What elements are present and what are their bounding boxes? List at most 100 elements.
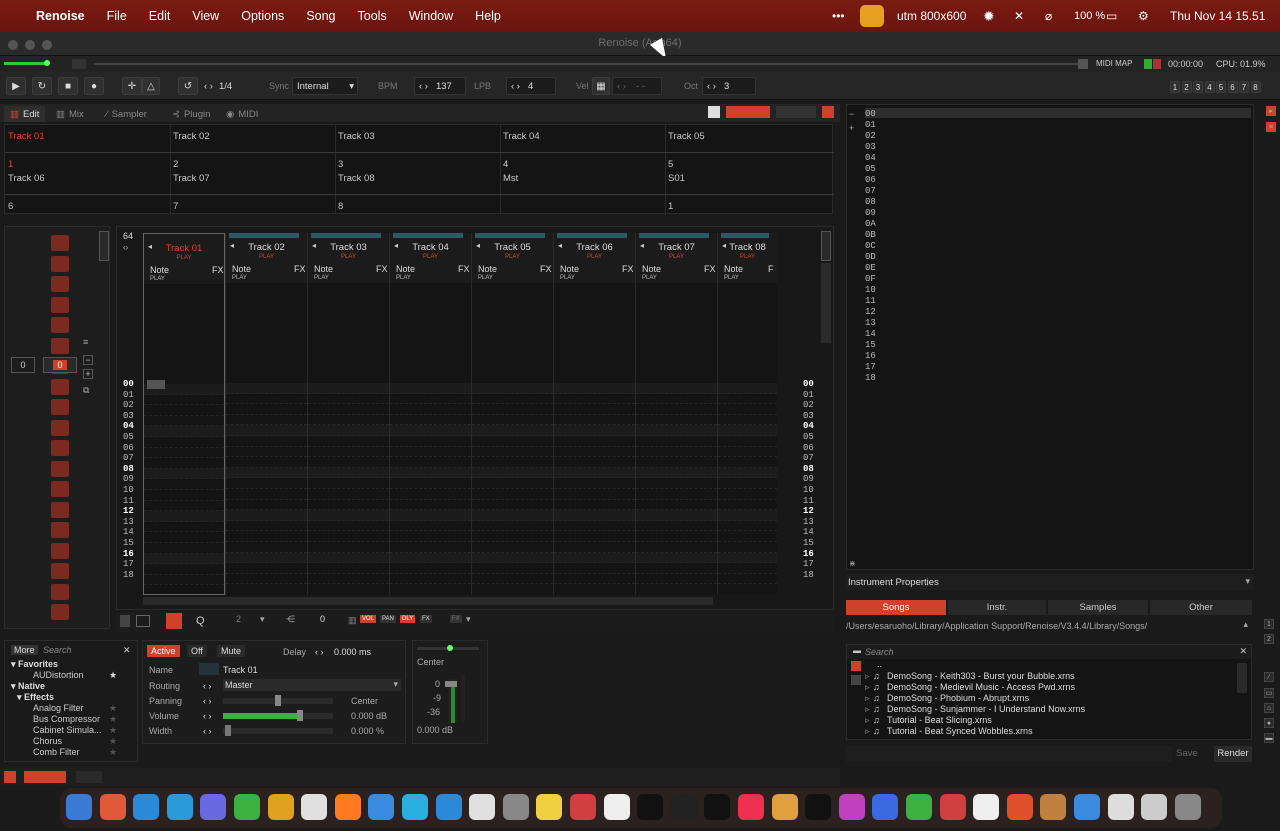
mute-arrow-icon[interactable]: ◂ — [312, 241, 316, 250]
pattern-slot[interactable] — [51, 378, 69, 395]
parent-folder-item[interactable]: .. — [877, 659, 882, 669]
pattern-row[interactable] — [390, 542, 471, 553]
tab-midi[interactable]: ◉ MIDI — [226, 106, 258, 122]
fx-column-label[interactable]: FX — [212, 265, 224, 275]
pattern-row[interactable] — [144, 458, 224, 469]
safari-icon[interactable] — [166, 794, 193, 820]
browser-search-input[interactable]: ▬ Search ✕ — [847, 645, 1251, 659]
pattern-row[interactable] — [472, 510, 553, 521]
pattern-row[interactable] — [718, 467, 777, 479]
song-file-item[interactable]: ▹ ♫ DemoSong - Phobium - Abrupt.xrns — [865, 693, 1029, 703]
track-column-name[interactable]: Track 02 — [226, 242, 307, 253]
master-volume-slider[interactable] — [4, 62, 46, 65]
tab-mix[interactable]: ▥ Mix — [56, 106, 84, 122]
window-icon[interactable] — [603, 794, 630, 820]
instrument-slot[interactable]: 00 — [865, 109, 876, 120]
pattern-row[interactable] — [636, 404, 717, 415]
pattern-row[interactable] — [554, 521, 635, 532]
pattern-row[interactable] — [554, 457, 635, 468]
instrument-slot[interactable]: 0A — [865, 219, 876, 230]
pattern-row[interactable] — [390, 500, 471, 511]
terminal-icon[interactable] — [670, 794, 697, 820]
tab-other[interactable]: Other — [1150, 600, 1252, 615]
pattern-row[interactable] — [718, 415, 777, 426]
menu-file[interactable]: File — [107, 9, 127, 23]
volume-slider[interactable] — [223, 713, 333, 719]
tracklist-track-name[interactable]: Track 07 — [173, 173, 210, 184]
tracklist-track-name[interactable]: Track 05 — [668, 131, 705, 142]
menu-view[interactable]: View — [192, 9, 219, 23]
track-column-name[interactable]: Track 04 — [390, 242, 471, 253]
track-play-state[interactable]: PLAY — [472, 254, 553, 260]
pattern-row[interactable] — [472, 447, 553, 458]
save-button[interactable]: Save — [1176, 748, 1198, 759]
pattern-row[interactable] — [226, 542, 307, 553]
spectrum-view-button[interactable] — [776, 106, 816, 118]
fx-column-label[interactable]: FX — [540, 264, 552, 274]
app-store-icon[interactable] — [368, 794, 395, 820]
menu-song[interactable]: Song — [306, 9, 335, 23]
pattern-row[interactable] — [226, 436, 307, 447]
expand-arrow-icon[interactable]: ▹ — [865, 693, 870, 704]
pattern-row[interactable] — [226, 574, 307, 585]
mute-icon[interactable]: ✕ — [1014, 0, 1024, 32]
track-dsp-view-button[interactable] — [24, 771, 66, 783]
track-column[interactable]: Track 08 ◂ PLAY Note F PLAY — [717, 233, 777, 595]
track-column-header[interactable]: Track 01 ◂ PLAY Note FX PLAY — [144, 234, 224, 284]
pattern-row[interactable] — [472, 478, 553, 489]
folder-icon[interactable] — [1074, 794, 1100, 820]
pattern-row[interactable] — [554, 383, 635, 394]
instrument-slot[interactable]: 0F — [865, 274, 876, 285]
pattern-row[interactable] — [718, 383, 777, 394]
instrument-slot[interactable]: 02 — [865, 131, 876, 142]
track-column[interactable]: Track 05 ◂ PLAY Note FX PLAY — [471, 233, 553, 595]
mute-arrow-icon[interactable]: ◂ — [394, 241, 398, 250]
tracklist-track-name[interactable]: Track 04 — [503, 131, 540, 142]
delay-column-toggle[interactable]: DLY — [400, 615, 416, 623]
off-button[interactable]: Off — [187, 645, 207, 657]
pattern-row[interactable] — [472, 383, 553, 394]
firefox-icon[interactable] — [334, 794, 361, 820]
instrument-slot[interactable]: 01 — [865, 120, 876, 131]
sequence-position-field[interactable]: 0 — [11, 357, 35, 373]
track-column-header[interactable]: Track 03 ◂ PLAY Note FX PLAY — [308, 233, 389, 283]
remove-instrument-button[interactable]: − — [849, 109, 861, 119]
tracklist-track-name[interactable]: Track 08 — [338, 173, 375, 184]
pattern-row[interactable] — [636, 563, 717, 574]
tracklist-track-number[interactable]: 2 — [173, 159, 178, 170]
track-play-state[interactable]: PLAY — [636, 254, 717, 260]
instrument-expand-icon[interactable]: ⋇ — [849, 559, 861, 569]
menu-window[interactable]: Window — [409, 9, 453, 23]
clone-pattern-icon[interactable]: ⧉ — [83, 385, 89, 396]
user-icon[interactable]: ● — [1264, 718, 1274, 728]
position-handle[interactable] — [1078, 59, 1088, 69]
pattern-row[interactable] — [390, 436, 471, 447]
pattern-row[interactable] — [718, 478, 777, 489]
add-pattern-button[interactable]: + — [83, 369, 93, 379]
track-column-header[interactable]: Track 08 ◂ PLAY Note F PLAY — [718, 233, 777, 283]
sample-fx-toggle[interactable]: FX — [450, 615, 462, 623]
tracklist-track-number[interactable]: 7 — [173, 201, 178, 212]
up-arrow-icon[interactable]: ▴ — [1243, 619, 1248, 630]
note-column-label[interactable]: Note — [478, 264, 497, 274]
fx-column-label[interactable]: FX — [704, 264, 716, 274]
instrument-slot[interactable]: 10 — [865, 285, 876, 296]
pattern-row[interactable] — [308, 489, 389, 500]
trash-icon[interactable] — [1174, 794, 1201, 820]
pattern-row[interactable] — [226, 425, 307, 436]
track-play-state[interactable]: PLAY — [554, 254, 635, 260]
track-color-swatch[interactable] — [199, 663, 219, 675]
width-slider-handle[interactable] — [225, 725, 231, 736]
pattern-row[interactable] — [554, 436, 635, 447]
track-column[interactable]: Track 01 ◂ PLAY Note FX PLAY — [143, 233, 225, 595]
close-upper-frame-icon[interactable] — [822, 106, 834, 118]
pattern-row[interactable] — [718, 447, 777, 458]
tracklist-track-number[interactable]: 4 — [503, 159, 508, 170]
menu-tools[interactable]: Tools — [358, 9, 387, 23]
dsp-tree-item[interactable]: ▾ Native — [11, 681, 45, 692]
pattern-slot[interactable] — [51, 604, 69, 620]
pattern-row[interactable] — [308, 425, 389, 436]
dsp-tree-item[interactable]: Analog Filter ★ — [33, 703, 117, 713]
mute-arrow-icon[interactable]: ◂ — [148, 242, 152, 251]
volume-slider-handle[interactable] — [297, 710, 303, 721]
